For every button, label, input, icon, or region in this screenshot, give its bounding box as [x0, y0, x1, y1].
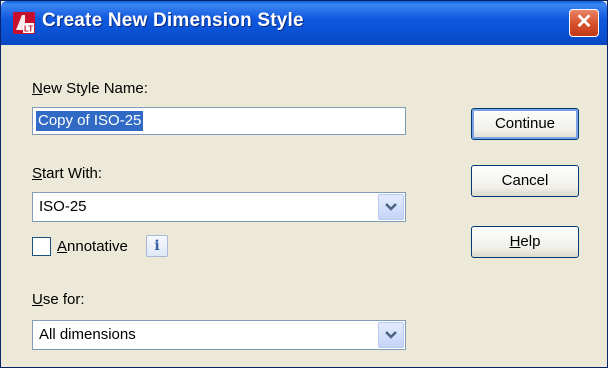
title-bar[interactable]: LT Create New Dimension Style ✕ — [1, 1, 607, 45]
use-for-value: All dimensions — [39, 326, 136, 343]
chevron-down-icon — [385, 203, 397, 211]
dialog-title: Create New Dimension Style — [42, 10, 304, 31]
start-with-label: Start With: — [32, 165, 103, 182]
start-with-dropdown[interactable]: ISO-25 — [32, 192, 406, 222]
new-style-name-label: New Style Name: — [32, 80, 148, 97]
annotative-checkbox[interactable] — [32, 237, 51, 256]
close-icon: ✕ — [575, 11, 593, 33]
start-with-dropdown-arrow[interactable] — [378, 194, 404, 220]
annotative-label[interactable]: Annotative — [57, 238, 128, 255]
cancel-button[interactable]: Cancel — [471, 165, 579, 197]
use-for-label: Use for: — [32, 291, 85, 308]
use-for-dropdown[interactable]: All dimensions — [32, 320, 406, 350]
svg-text:LT: LT — [24, 25, 33, 34]
chevron-down-icon — [385, 331, 397, 339]
start-with-value: ISO-25 — [39, 198, 87, 215]
close-button[interactable]: ✕ — [569, 9, 599, 37]
use-for-dropdown-arrow[interactable] — [378, 322, 404, 348]
dialog-window: LT Create New Dimension Style ✕ New Styl… — [0, 0, 608, 368]
info-icon[interactable]: i — [146, 235, 168, 257]
new-style-name-input[interactable]: Copy of ISO-25 — [32, 107, 406, 135]
autocad-lt-icon: LT — [13, 12, 35, 34]
help-button[interactable]: Help — [471, 226, 579, 258]
new-style-name-value: Copy of ISO-25 — [36, 111, 144, 131]
continue-button[interactable]: Continue — [471, 108, 579, 140]
